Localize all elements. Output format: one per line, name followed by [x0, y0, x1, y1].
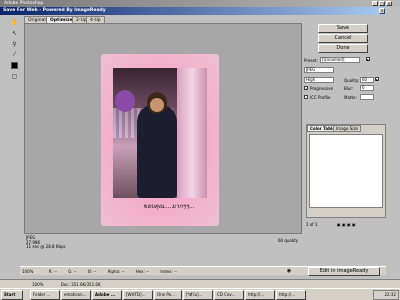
save-button[interactable]: Save — [318, 24, 368, 33]
person-face — [150, 98, 164, 112]
color-table-nav: 1 of 1 ▣ ▣ ▣ ▣ — [306, 222, 384, 230]
preset-select[interactable]: [Unnamed] — [320, 57, 360, 63]
preview-image — [113, 68, 207, 198]
browser-preview-icon[interactable]: ◉ — [284, 267, 294, 275]
b-value: B: -- — [88, 269, 97, 274]
balloon — [115, 90, 135, 112]
blur-label: Blur: — [344, 86, 354, 91]
taskbar: Start Folder ... emoticon... Adobe ... [… — [0, 288, 400, 300]
start-button[interactable]: Start — [1, 290, 23, 300]
settings-menu-icon[interactable]: ▸ — [366, 57, 370, 62]
format-select[interactable]: JPEG — [304, 67, 334, 73]
eyedropper-color-swatch[interactable] — [11, 62, 18, 69]
zoom-tool-icon[interactable]: ⚲ — [10, 40, 19, 49]
maximize-icon[interactable]: □ — [379, 1, 385, 6]
minimize-icon[interactable]: _ — [372, 1, 378, 6]
taskbar-item[interactable]: CD Cov... — [214, 290, 244, 300]
doc-zoom: 100% — [32, 282, 44, 287]
matte-label: Matte: — [344, 95, 357, 100]
taskbar-item[interactable]: Folder ... — [30, 290, 60, 300]
clock: 22:32 — [384, 292, 396, 297]
progressive-label: Progressive — [310, 86, 334, 91]
done-button[interactable]: Done — [318, 44, 368, 53]
dialog-close-icon[interactable]: × — [379, 8, 385, 14]
hex-value: Hex: -- — [135, 269, 150, 274]
taskbar-item[interactable]: Adobe ... — [92, 290, 122, 300]
system-tray: 22:32 — [373, 290, 399, 300]
app-title-bar: Adobe Photoshop — [0, 0, 400, 7]
taskbar-item[interactable]: [วิดีโอ]... — [183, 290, 213, 300]
color-table-page: 1 of 1 — [306, 222, 318, 227]
taskbar-item[interactable]: [WHTD]... — [123, 290, 153, 300]
tab-image-size[interactable]: Image Size — [333, 125, 362, 132]
dialog-title: Save For Web - Powered By ImageReady — [3, 8, 106, 13]
color-table-panel: Color Table Image Size — [306, 124, 386, 218]
icc-profile-checkbox[interactable] — [304, 95, 308, 99]
zoom-select[interactable]: 100% — [22, 269, 33, 274]
dialog-title-bar: Save For Web - Powered By ImageReady — [0, 7, 386, 15]
taskbar-item[interactable]: One Po... — [154, 290, 182, 300]
background-curtain — [177, 68, 207, 198]
compression-select[interactable]: High — [304, 77, 334, 83]
optimized-info: JPEG 27.98K 11 sec @ 28.8 Kbps — [26, 235, 66, 250]
alpha-value: Alpha: -- — [107, 269, 125, 274]
slice-visibility-icon[interactable]: ▢ — [10, 72, 19, 81]
index-value: Index: -- — [160, 269, 177, 274]
close-icon[interactable]: × — [386, 1, 392, 6]
doc-size: Doc: 351.6K/351.6K — [60, 282, 101, 287]
taskbar-item[interactable]: http://... — [276, 290, 306, 300]
tab-4-up[interactable]: 4-Up — [86, 16, 105, 23]
taskbar-item[interactable]: http://... — [245, 290, 275, 300]
person-body — [137, 104, 177, 198]
preset-label: Preset: — [304, 58, 318, 63]
quality-input[interactable]: 60 — [360, 77, 374, 83]
color-table-tools-icon[interactable]: ▣ ▣ ▣ ▣ — [337, 222, 356, 227]
slice-select-tool-icon[interactable]: ↖ — [10, 29, 19, 38]
g-value: G: -- — [68, 269, 77, 274]
icc-profile-label: ICC Profile — [310, 95, 331, 100]
taskbar-item[interactable]: emoticon... — [61, 290, 91, 300]
quality-info: 60 quality — [278, 238, 299, 243]
photoshop-status-bar: 100% Doc: 351.6K/351.6K — [0, 279, 400, 288]
matte-select[interactable] — [360, 94, 374, 100]
time-info: 11 sec @ 28.8 Kbps — [26, 244, 66, 249]
color-table-list — [309, 134, 383, 208]
quality-slider-icon[interactable]: ▸ — [375, 77, 379, 82]
eyedropper-tool-icon[interactable]: ⁄ — [10, 50, 19, 59]
edit-in-imageready-button[interactable]: Edit in ImageReady — [308, 267, 380, 276]
r-value: R: -- — [48, 269, 57, 274]
hand-tool-icon[interactable]: ✋ — [10, 18, 19, 27]
image-caption: ขอบคุณ....มากๆๆ... — [143, 203, 195, 210]
blur-input[interactable]: 0 — [360, 85, 374, 91]
app-title: Adobe Photoshop — [4, 1, 44, 6]
cancel-button[interactable]: Cancel — [318, 34, 368, 43]
quality-label: Quality: — [344, 78, 360, 83]
progressive-checkbox[interactable]: ✓ — [304, 86, 308, 91]
